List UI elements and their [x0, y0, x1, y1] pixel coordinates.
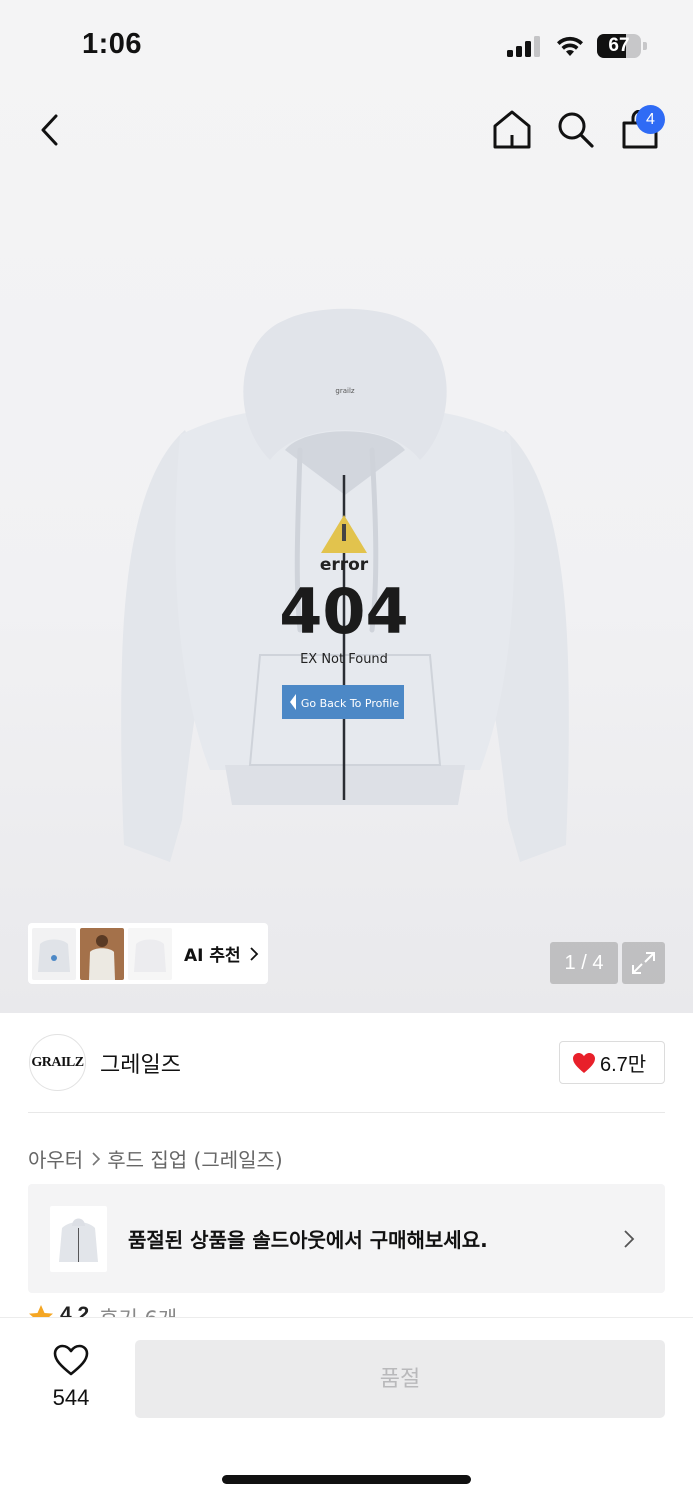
chevron-right-icon [624, 1230, 635, 1248]
battery-icon: 67 [597, 34, 647, 58]
brand-name[interactable]: 그레일즈 [100, 1047, 181, 1079]
status-time: 1:06 [82, 28, 143, 60]
heart-outline-icon[interactable] [52, 1343, 90, 1377]
thumbnail-model[interactable] [80, 927, 124, 980]
thumbnail-back-view[interactable] [128, 927, 172, 980]
fullscreen-button[interactable] [622, 942, 665, 984]
home-icon[interactable] [491, 109, 533, 151]
breadcrumb-subcategory[interactable]: 후드 집업 (그레일즈) [107, 1144, 283, 1173]
collar-logo-text: grailz [335, 387, 355, 395]
thumbnail-hoodie[interactable] [32, 927, 76, 980]
expand-icon [632, 952, 655, 974]
soldout-banner[interactable]: 품절된 상품을 솔드아웃에서 구매해보세요. [28, 1184, 665, 1293]
brand-like-count: 6.7만 [600, 1054, 647, 1076]
breadcrumb-category[interactable]: 아우터 [28, 1144, 83, 1173]
image-page-counter: 1 / 4 [550, 942, 618, 984]
chevron-right-icon [250, 946, 258, 961]
back-arrow-icon[interactable] [34, 110, 66, 150]
soldout-thumbnail [50, 1206, 107, 1272]
ai-recommend-label: AI 추천 [184, 946, 241, 966]
home-indicator[interactable] [222, 1475, 471, 1484]
battery-percent: 67 [608, 35, 630, 56]
soldout-buy-button[interactable]: 품절 [135, 1340, 665, 1418]
brand-logo[interactable]: GRAILZ [29, 1034, 86, 1091]
print-not-found: EX Not Found [300, 652, 388, 667]
wish-count: 544 [52, 1385, 90, 1410]
cart-count-badge: 4 [636, 105, 665, 134]
search-icon[interactable] [556, 110, 596, 150]
ai-recommend-strip[interactable]: AI 추천 [28, 923, 268, 984]
product-image[interactable]: grailz error 404 EX Not Found Go Back To… [110, 300, 580, 880]
chevron-right-icon [92, 1151, 101, 1166]
breadcrumb: 아우터 후드 집업 (그레일즈) [28, 1144, 283, 1173]
product-gallery[interactable]: 1:06 67 4 grailz error 404 EX Not Found … [0, 0, 693, 1013]
print-error-code: 404 [279, 575, 408, 648]
print-back-button-label: Go Back To Profile [301, 697, 399, 710]
heart-filled-icon [573, 1052, 595, 1073]
divider [28, 1112, 665, 1113]
wifi-icon [557, 36, 583, 56]
cellular-signal-icon [507, 36, 540, 57]
brand-like-button[interactable]: 6.7만 [559, 1041, 665, 1084]
soldout-banner-text: 품절된 상품을 솔드아웃에서 구매해보세요. [128, 1228, 488, 1252]
print-error-word: error [320, 555, 369, 575]
